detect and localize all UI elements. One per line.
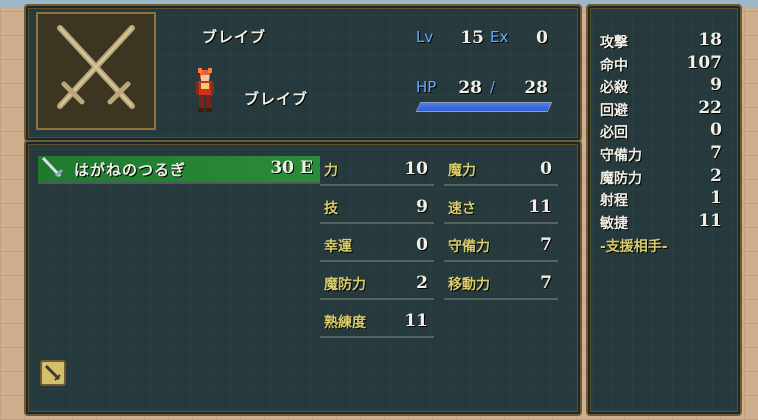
item-equip-mark: E [300,158,313,178]
stat-label: 力 [324,163,338,179]
lv-label: Lv [416,28,434,46]
stat-cell: 技9 [320,194,434,224]
item-name: はがねのつるぎ [74,161,187,179]
item-uses: 30 [270,158,294,178]
hp-current: 28 [458,78,482,98]
stat-value: 0 [540,159,552,179]
combat-stat-row: 攻撃 18 [600,30,722,53]
hp-bar-fill [417,103,551,111]
combat-stat-value: 11 [698,210,722,231]
stat-value: 7 [540,273,552,293]
unit-header-panel: ブレイブ ブレイブ Lv 15 Ex 0 HP 28 / 28 [24,4,582,142]
bottom-sword-icon [44,364,61,381]
sword-icon [41,156,64,178]
ex-value: 0 [536,28,548,48]
combat-stat-value: 107 [686,52,723,73]
stat-value: 2 [416,273,428,293]
combat-stat-row: 命中 107 [600,53,722,76]
combat-stats-list: 攻撃 18 命中 107 必殺 9 回避 22 必回 0 守備力 7 魔防力 2 射程 1 敏捷 11 [600,30,722,233]
stat-cell: 力 10 [320,156,434,186]
stat-label: 技 [324,201,338,217]
stat-cell: 幸運 0 [320,232,434,262]
ex-label: Ex [490,28,509,46]
crossed-swords-icon [57,25,135,109]
stat-cell: 熟練度 11 [320,308,434,338]
combat-stat-row: 魔防力 2 [600,166,722,189]
combat-stat-label: 敏捷 [600,215,628,232]
hp-separator: / [490,78,496,96]
stat-value: 11 [404,311,428,331]
combat-stat-label: 魔防力 [600,170,642,187]
lv-value: 15 [460,28,484,48]
combat-stat-value: 9 [710,75,722,96]
sword-icon[interactable] [40,360,66,386]
class-emblem [36,12,156,130]
stat-label: 移動力 [448,277,490,293]
stat-label: 魔防力 [324,277,366,293]
class-name: ブレイブ [202,28,267,46]
inventory-list: はがねのつるぎ 30 E [38,156,320,188]
combat-stat-label: 射程 [600,193,628,210]
stat-label: 速さ [448,201,476,217]
combat-stat-label: 攻撃 [600,35,628,51]
combat-stat-row: 回避 22 [600,98,722,121]
combat-stat-value: 0 [710,120,722,141]
combat-stat-label: 回避 [600,102,628,119]
stat-cell: 魔防力 2 [320,270,434,300]
combat-stat-row: 必殺 9 [600,75,722,98]
combat-stat-value: 2 [710,165,722,186]
combat-stat-label: 必回 [600,125,628,142]
hp-label: HP [416,78,437,96]
unit-name: ブレイブ [244,90,309,108]
combat-stat-value: 1 [710,188,722,209]
stat-value: 9 [416,197,428,217]
hp-max: 28 [524,78,548,98]
stat-cell: 移動力 7 [444,270,558,300]
stat-label: 魔力 [448,163,476,179]
inventory-item[interactable]: はがねのつるぎ 30 E [38,156,320,184]
combat-stat-row: 守備力 7 [600,143,722,166]
combat-stat-label: 守備力 [600,147,642,164]
stat-label: 幸運 [324,239,352,255]
stat-label: 熟練度 [324,315,366,331]
stat-label: 守備力 [448,239,490,255]
stat-cell: 守備力 7 [444,232,558,262]
stat-value: 10 [404,159,428,179]
support-label: -支援相手- [600,239,668,255]
unit-sprite [192,68,218,114]
stats-grid: 力 10 魔力 0 技 9 速さ 11 幸運 0 守備力 7 魔防力 2 移動力 7 熟練度 11 [320,156,568,356]
combat-stat-row: 必回 0 [600,120,722,143]
hp-bar [415,102,553,112]
combat-stat-row: 射程 1 [600,188,722,211]
combat-stat-value: 18 [698,30,722,50]
combat-stat-value: 22 [698,97,722,118]
main-panel: はがねのつるぎ 30 E 力 10 魔力 0 技 9 速さ 11 幸運 0 守備力 7 魔防力 2 移動力 7 熟練… [24,140,582,416]
stat-value: 7 [540,235,552,255]
stat-cell: 速さ 11 [444,194,558,224]
combat-stat-row: 敏捷 11 [600,211,722,234]
stat-cell: 魔力 0 [444,156,558,186]
unit-sprite-icon [196,68,214,112]
combat-stat-label: 必殺 [600,80,628,97]
stat-value: 11 [528,197,552,217]
combat-stats-panel: 攻撃 18 命中 107 必殺 9 回避 22 必回 0 守備力 7 魔防力 2 射程 1 敏捷 11 -支援相手… [586,4,742,416]
combat-stat-value: 7 [710,142,722,163]
combat-stat-label: 命中 [600,57,628,74]
stat-value: 0 [416,235,428,255]
